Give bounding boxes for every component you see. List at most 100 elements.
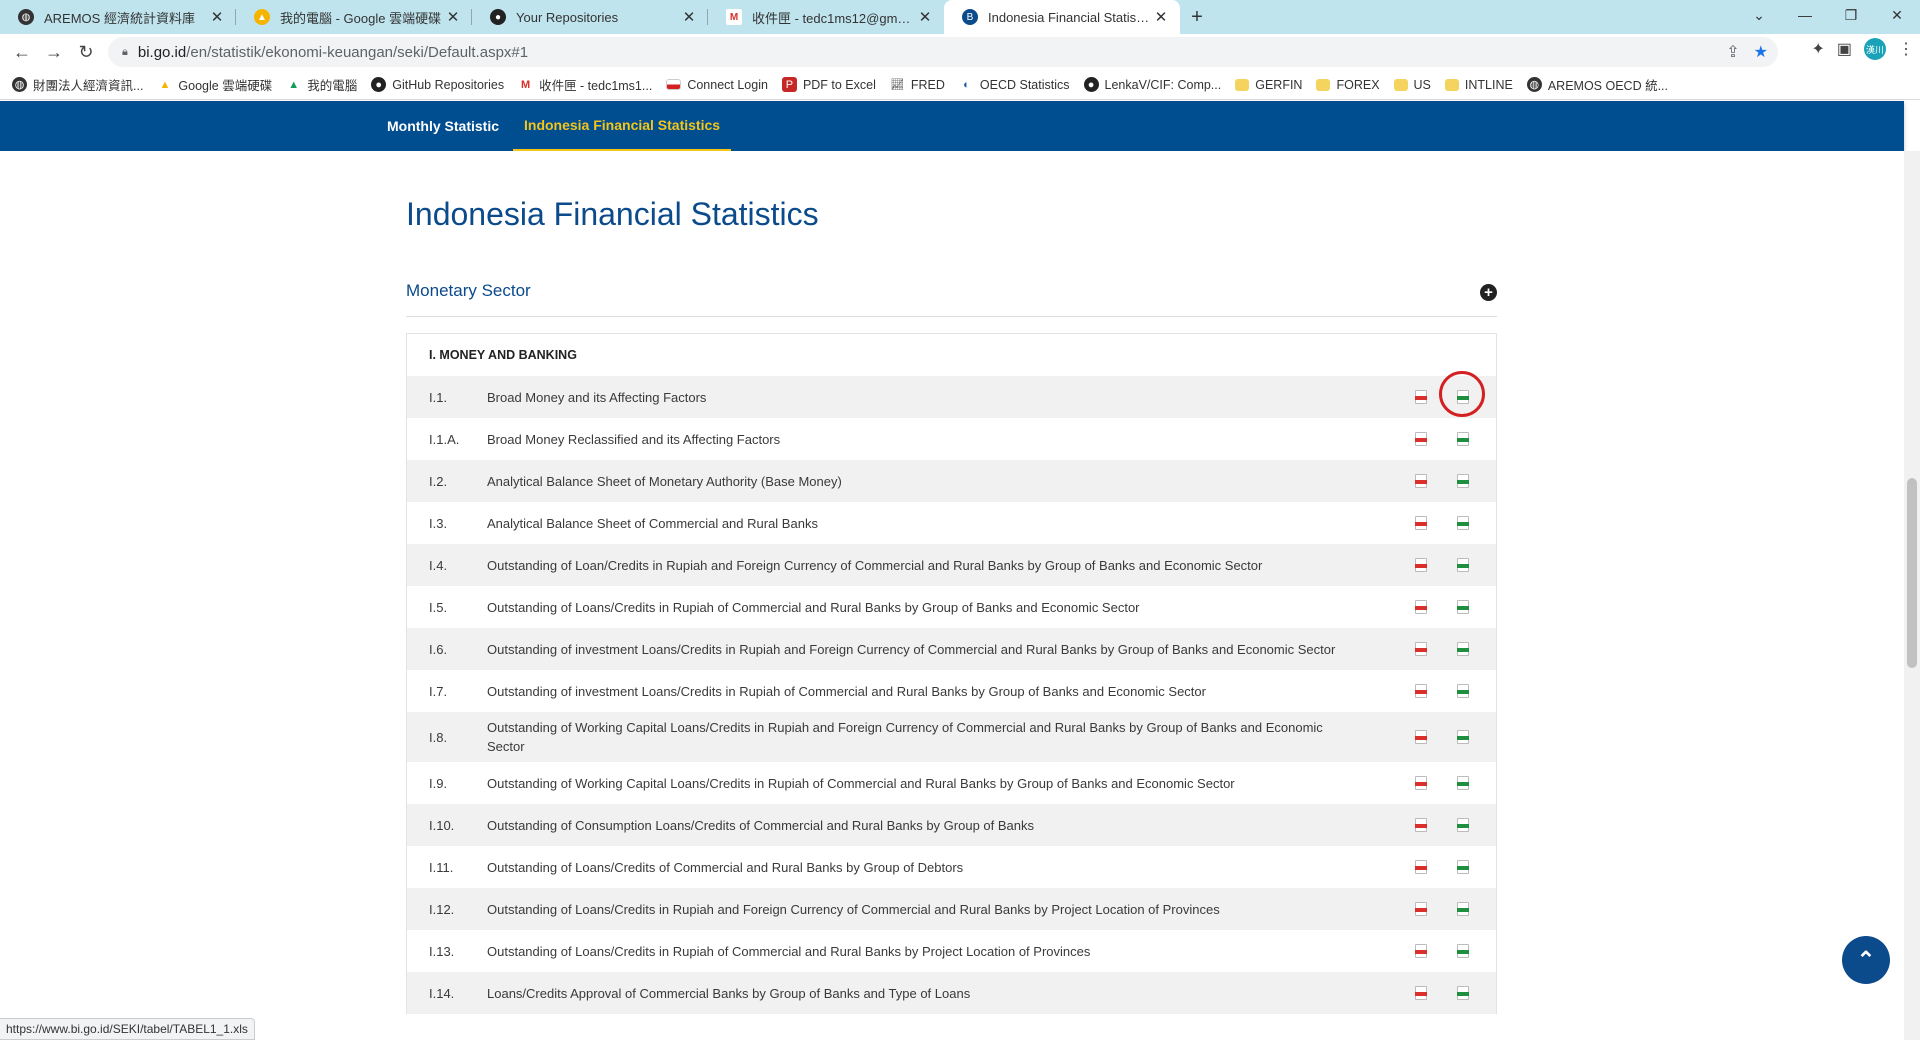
browser-tab[interactable]: ● Your Repositories ✕	[472, 0, 708, 34]
xls-download-button[interactable]	[1442, 600, 1484, 614]
pdf-download-button[interactable]	[1400, 730, 1442, 744]
pdf-download-button[interactable]	[1400, 818, 1442, 832]
share-icon[interactable]: ⇪	[1726, 42, 1739, 62]
github-icon: ●	[1083, 77, 1099, 92]
row-number: I.5.	[429, 599, 448, 615]
pdf-icon	[1415, 390, 1427, 404]
back-button[interactable]: ←	[6, 36, 38, 68]
bookmark-item[interactable]: ● GitHub Repositories	[371, 77, 504, 92]
bookmark-star-icon[interactable]: ★	[1754, 42, 1768, 62]
tab-title: Your Repositories	[516, 9, 619, 25]
pdf-download-button[interactable]	[1400, 642, 1442, 656]
forward-button[interactable]: →	[38, 36, 70, 68]
table-row: I.10. Outstanding of Consumption Loans/Cr…	[407, 804, 1496, 846]
close-icon[interactable]: ✕	[444, 8, 462, 26]
close-icon[interactable]: ✕	[680, 8, 698, 26]
folder-icon	[1393, 78, 1408, 91]
globe-icon: ◍	[18, 9, 34, 25]
xls-download-button[interactable]	[1442, 776, 1484, 790]
xls-download-button[interactable]	[1442, 986, 1484, 1000]
section-title[interactable]: Monetary Sector	[406, 281, 531, 301]
bookmark-item[interactable]: ▲ Google 雲端硬碟	[157, 75, 272, 94]
pdf-download-button[interactable]	[1400, 516, 1442, 530]
close-icon[interactable]: ✕	[916, 8, 934, 26]
reload-button[interactable]: ↻	[70, 36, 102, 68]
tab-search-icon[interactable]: ⌄	[1736, 0, 1782, 30]
browser-tab-active[interactable]: B Indonesia Financial Statistics ✕	[944, 0, 1180, 34]
highlight-circle	[1439, 371, 1485, 417]
xls-download-button[interactable]	[1442, 902, 1484, 916]
side-panel-icon[interactable]: ▣	[1837, 39, 1852, 59]
xls-download-button[interactable]	[1442, 558, 1484, 572]
new-tab-button[interactable]: +	[1180, 0, 1214, 34]
pdf-download-button[interactable]	[1400, 860, 1442, 874]
bookmark-folder[interactable]: GERFIN	[1235, 78, 1302, 92]
nav-monthly-statistic[interactable]: Monthly Statistic	[387, 101, 499, 151]
pdf-icon	[1415, 860, 1427, 874]
close-icon[interactable]: ✕	[208, 8, 226, 26]
expand-plus-icon[interactable]: +	[1480, 284, 1497, 301]
xls-download-button[interactable]	[1442, 818, 1484, 832]
pdf-download-button[interactable]	[1400, 684, 1442, 698]
bookmark-item[interactable]: ​Connect Login	[666, 78, 768, 92]
bookmark-folder[interactable]: FOREX	[1316, 78, 1380, 92]
profile-avatar[interactable]: 漢川	[1864, 38, 1886, 60]
pdf-download-button[interactable]	[1400, 986, 1442, 1000]
back-to-top-button[interactable]: ⌃	[1842, 936, 1890, 984]
bookmark-item[interactable]: 📈︎ FRED	[890, 77, 945, 92]
pdf-download-button[interactable]	[1400, 432, 1442, 446]
row-number: I.14.	[429, 985, 455, 1001]
row-number: I.1.	[429, 389, 448, 405]
table-row: I.11. Outstanding of Loans/Credits of Com…	[407, 846, 1496, 888]
xls-download-button[interactable]	[1442, 730, 1484, 744]
table-row: I.6. Outstanding of investment Loans/Cred…	[407, 628, 1496, 670]
pdf-download-button[interactable]	[1400, 390, 1442, 404]
group-heading: I. MONEY AND BANKING	[429, 348, 577, 362]
pdf-download-button[interactable]	[1400, 776, 1442, 790]
table-row: I.2. Analytical Balance Sheet of Monetary…	[407, 460, 1496, 502]
browser-tab[interactable]: ▲ 我的電腦 - Google 雲端硬碟 ✕	[236, 0, 472, 34]
nav-indonesia-financial-statistics[interactable]: Indonesia Financial Statistics	[513, 101, 732, 151]
minimize-button[interactable]: —	[1782, 0, 1828, 30]
browser-tab[interactable]: ◍ AREMOS 經濟統計資料庫 ✕	[0, 0, 236, 34]
pdf-download-button[interactable]	[1400, 600, 1442, 614]
bookmark-item[interactable]: M 收件匣 - tedc1ms1...	[518, 75, 652, 94]
folder-icon	[1235, 78, 1250, 91]
menu-icon[interactable]: ⋮	[1898, 39, 1914, 59]
browser-tab[interactable]: M 收件匣 - tedc1ms12@gmail.com ✕	[708, 0, 944, 34]
pdf-download-button[interactable]	[1400, 902, 1442, 916]
xls-download-button[interactable]	[1442, 474, 1484, 488]
pdf-icon	[1415, 684, 1427, 698]
xls-download-button[interactable]	[1442, 860, 1484, 874]
scrollbar[interactable]	[1904, 151, 1920, 1040]
bookmark-folder[interactable]: US	[1393, 78, 1431, 92]
xls-download-button[interactable]	[1442, 642, 1484, 656]
row-description: Outstanding of investment Loans/Credits …	[487, 641, 1336, 657]
xls-download-button[interactable]	[1442, 944, 1484, 958]
address-bar[interactable]: 🔒︎ bi.go.id/en/statistik/ekonomi-keuanga…	[108, 37, 1778, 67]
restore-button[interactable]: ❐	[1828, 0, 1874, 30]
xls-download-button[interactable]	[1442, 684, 1484, 698]
bookmark-folder[interactable]: INTLINE	[1444, 78, 1513, 92]
bookmark-item[interactable]: ◐ OECD Statistics	[959, 77, 1069, 92]
excel-icon	[1457, 516, 1469, 530]
scrollbar-thumb[interactable]	[1907, 478, 1917, 668]
divider	[406, 316, 1497, 317]
excel-icon	[1457, 432, 1469, 446]
bookmark-item[interactable]: ◍ 財團法人經濟資訊...	[12, 75, 143, 94]
pdf-download-button[interactable]	[1400, 944, 1442, 958]
bookmark-item[interactable]: ● LenkaV/CIF: Comp...	[1083, 77, 1221, 92]
bookmark-item[interactable]: ▲ 我的電腦	[286, 75, 357, 94]
xls-download-button[interactable]	[1442, 432, 1484, 446]
bookmark-item[interactable]: ◍ AREMOS OECD 統...	[1526, 75, 1668, 94]
close-icon[interactable]: ✕	[1152, 8, 1170, 26]
close-window-button[interactable]: ✕	[1874, 0, 1920, 30]
row-number: I.13.	[429, 943, 455, 959]
extensions-icon[interactable]: ✦	[1811, 39, 1824, 59]
pdf-download-button[interactable]	[1400, 558, 1442, 572]
xls-download-button[interactable]	[1442, 516, 1484, 530]
table-row: I.12. Outstanding of Loans/Credits in Rup…	[407, 888, 1496, 930]
bi-icon: B	[962, 9, 978, 25]
pdf-download-button[interactable]	[1400, 474, 1442, 488]
bookmark-item[interactable]: P PDF to Excel	[781, 77, 876, 92]
